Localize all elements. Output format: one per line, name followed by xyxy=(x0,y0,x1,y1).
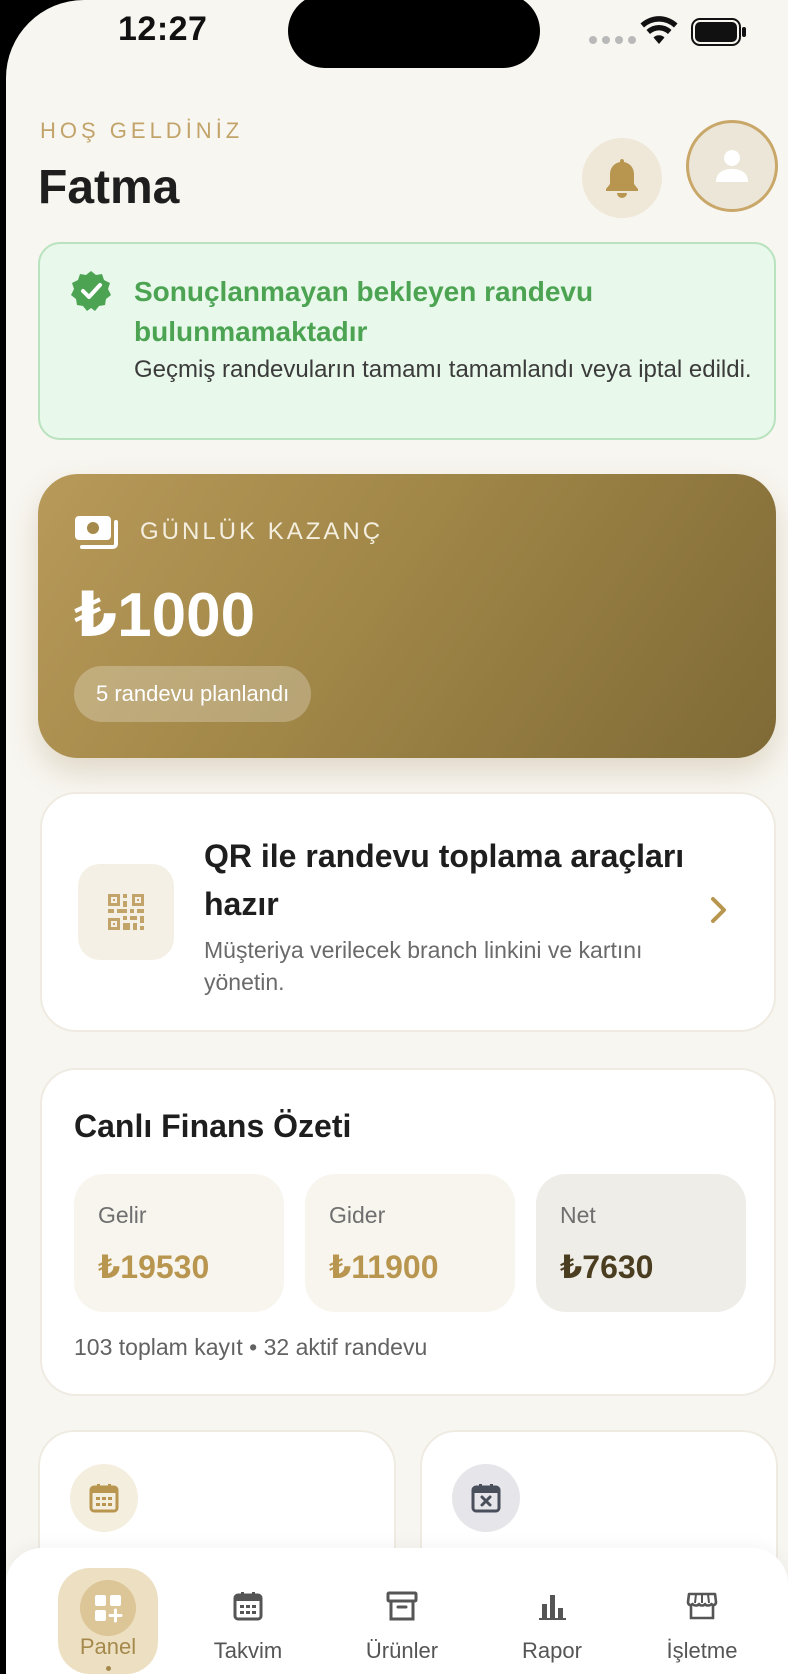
finance-tile-label: Net xyxy=(560,1202,596,1228)
tab-label: Rapor xyxy=(522,1638,582,1663)
qr-icon-box xyxy=(78,864,174,960)
calendar-cancel-icon xyxy=(471,1484,501,1513)
daily-earnings-card[interactable]: GÜNLÜK KAZANÇ ₺1000 5 randevu planlandı xyxy=(38,474,776,758)
finance-footer-summary: 103 toplam kayıt • 32 aktif randevu xyxy=(74,1334,428,1360)
user-name: Fatma xyxy=(38,161,180,214)
finance-tile-income[interactable]: Gelir ₺19530 xyxy=(74,1174,284,1312)
mini-icon-circle xyxy=(452,1464,520,1532)
finance-title: Canlı Finans Özeti xyxy=(74,1108,352,1144)
chevron-right-icon xyxy=(711,897,726,923)
verified-check-icon xyxy=(71,271,111,311)
tab-rapor[interactable]: Rapor xyxy=(482,1548,622,1674)
profile-avatar-button[interactable] xyxy=(686,120,778,212)
qr-code-icon xyxy=(108,894,144,930)
finance-tile-net[interactable]: Net ₺7630 xyxy=(536,1174,746,1312)
dynamic-island xyxy=(288,0,540,68)
daily-earnings-amount: ₺1000 xyxy=(74,581,256,650)
calendar-grid-icon xyxy=(89,1484,119,1513)
qr-card-description: Müşteriya verilecek branch linkini ve ka… xyxy=(204,937,643,995)
bell-icon xyxy=(606,159,638,198)
daily-earnings-label: GÜNLÜK KAZANÇ xyxy=(140,518,384,545)
cellular-signal-icon xyxy=(589,36,636,44)
welcome-label: HOŞ GELDİNİZ xyxy=(40,118,244,143)
finance-tile-value: ₺19530 xyxy=(98,1249,210,1285)
finance-tile-value: ₺11900 xyxy=(329,1249,439,1285)
qr-tools-card[interactable]: QR ile randevu toplama araçları hazır Mü… xyxy=(40,792,776,1032)
cash-icon xyxy=(75,516,118,549)
alert-title: Sonuçlanmayan bekleyen randevu bulunmama… xyxy=(134,276,594,347)
planned-appointments-badge: 5 randevu planlandı xyxy=(74,666,312,722)
battery-icon xyxy=(691,18,746,46)
storefront-icon xyxy=(686,1592,718,1620)
wifi-icon xyxy=(640,16,678,44)
tab-urunler[interactable]: Ürünler xyxy=(332,1548,472,1674)
finance-tile-expense[interactable]: Gider ₺11900 xyxy=(305,1174,515,1312)
tab-panel[interactable]: Panel xyxy=(38,1548,178,1674)
tab-icon-circle xyxy=(80,1580,136,1636)
finance-tile-label: Gider xyxy=(329,1202,386,1228)
tab-takvim[interactable]: Takvim xyxy=(178,1548,318,1674)
tab-label: Takvim xyxy=(213,1638,283,1663)
tab-isletme[interactable]: İşletme xyxy=(632,1548,772,1674)
finance-tile-label: Gelir xyxy=(98,1202,147,1228)
bottom-tab-bar: Panel Takvim Ürünler Rapor İşletme xyxy=(6,1548,788,1674)
status-time: 12:27 xyxy=(118,10,208,48)
dashboard-add-icon xyxy=(95,1595,123,1623)
finance-tile-value: ₺7630 xyxy=(560,1249,654,1285)
qr-card-title: QR ile randevu toplama araçları hazır xyxy=(204,838,685,922)
notifications-button[interactable] xyxy=(582,138,662,218)
archive-box-icon xyxy=(386,1591,418,1621)
tab-label: Panel xyxy=(79,1634,137,1659)
bar-chart-icon xyxy=(539,1595,566,1620)
active-tab-dot xyxy=(106,1666,111,1671)
live-finance-summary-card: Canlı Finans Özeti Gelir ₺19530 Gider ₺1… xyxy=(40,1068,776,1396)
user-icon xyxy=(716,150,748,182)
phone-screen: 12:27 HOŞ GELDİNİZ Fatma Sonuçlanmayan b… xyxy=(6,0,788,1674)
tab-label: Ürünler xyxy=(365,1638,439,1663)
pending-appointments-alert: Sonuçlanmayan bekleyen randevu bulunmama… xyxy=(38,242,776,440)
app-root: 12:27 HOŞ GELDİNİZ Fatma Sonuçlanmayan b… xyxy=(0,0,788,1674)
tab-label: İşletme xyxy=(666,1638,738,1663)
alert-text: Geçmiş randevuların tamamı tamamlandı ve… xyxy=(134,356,752,383)
calendar-icon xyxy=(233,1592,263,1621)
mini-icon-circle xyxy=(70,1464,138,1532)
